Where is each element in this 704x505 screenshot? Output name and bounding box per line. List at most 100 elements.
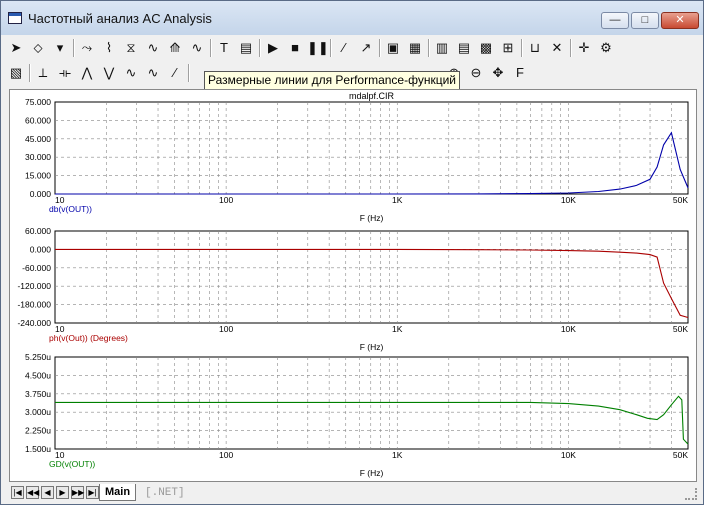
grid-tick-icon[interactable]: ⊞ — [498, 38, 518, 58]
y-axis-label: db(v(OUT)) — [49, 204, 92, 214]
cursor-valley-icon[interactable]: ⟛ — [55, 63, 75, 83]
toolbar-separator — [570, 39, 572, 57]
maximize-button[interactable]: □ — [631, 12, 659, 29]
y-tick-label: 2.250u — [25, 426, 51, 436]
line-icon[interactable]: ∕ — [334, 38, 354, 58]
minimize-button[interactable]: — — [601, 12, 629, 29]
y-tick-label: 5.250u — [25, 352, 51, 362]
properties-icon[interactable]: ▤ — [236, 38, 256, 58]
y-tick-label: 60.000 — [25, 226, 51, 236]
pan-icon[interactable]: ✥ — [488, 63, 508, 83]
y-tick-label: 1.500u — [25, 444, 51, 454]
scale-y-icon[interactable]: ⧖ — [121, 38, 141, 58]
tab-main[interactable]: Main — [99, 484, 137, 501]
series-line — [55, 248, 689, 319]
x-tick-label: 10K — [561, 195, 576, 205]
first-page-icon[interactable]: |◀ — [11, 486, 24, 499]
x-tick-label: 10K — [561, 324, 576, 334]
text-icon[interactable]: T — [214, 38, 234, 58]
x-tick-label: 50K — [673, 324, 688, 334]
arrow-line-icon[interactable]: ↗ — [356, 38, 376, 58]
last-page-icon[interactable]: ▶| — [86, 486, 99, 499]
tooltip: Размерные линии для Performance-функций — [204, 71, 460, 91]
dropdown-arrow-icon[interactable]: ▾ — [50, 38, 70, 58]
frame-icon[interactable]: ▣ — [383, 38, 403, 58]
grid-h-icon[interactable]: ▤ — [454, 38, 474, 58]
toolbar-separator — [259, 39, 261, 57]
y-tick-label: -180.000 — [17, 300, 51, 310]
x-tick-label: 100 — [219, 450, 233, 460]
y-axis-label: GD(v(OUT)) — [49, 459, 95, 469]
plot-title: mdalpf.CIR — [349, 91, 395, 101]
next-page-icon[interactable]: ▶ — [56, 486, 69, 499]
select-arrow-icon[interactable]: ➤ — [6, 38, 26, 58]
app-icon — [8, 12, 22, 24]
x-tick-label: 1K — [392, 195, 403, 205]
title-bar[interactable]: Частотный анализ AC Analysis — □ ✕ — [1, 1, 703, 35]
curve-zoom-icon[interactable]: ⟰ — [165, 38, 185, 58]
plot-area[interactable]: mdalpf.CIR 75.000 60.000 45.000 30.000 15.000… — [9, 89, 697, 482]
plot-frame — [54, 101, 689, 195]
y-tick-label: 75.000 — [25, 97, 51, 107]
scale-x-icon[interactable]: ⌇ — [99, 38, 119, 58]
zoom-out-icon[interactable]: ⊖ — [466, 63, 486, 83]
grid-minor-icon[interactable]: ▩ — [476, 38, 496, 58]
y-axis-label: ph(v(Out)) (Degrees) — [49, 333, 128, 343]
graph-scale-icon[interactable]: ⤳ — [77, 38, 97, 58]
x-tick-label: 100 — [219, 324, 233, 334]
valley-icon[interactable]: ⋁ — [99, 63, 119, 83]
x-tick-label: 100 — [219, 195, 233, 205]
run-icon[interactable]: ▶ — [263, 38, 283, 58]
tab-net[interactable]: [.NET] — [145, 487, 185, 499]
x-tick-label: 50K — [673, 450, 688, 460]
chart-icon[interactable]: ▧ — [6, 63, 26, 83]
cursor-peak-icon[interactable]: ⟂ — [33, 63, 53, 83]
toolbar-separator — [73, 39, 75, 57]
toolbar-separator — [428, 39, 430, 57]
y-tick-label: 15.000 — [25, 171, 51, 181]
grid-v-icon[interactable]: ▥ — [432, 38, 452, 58]
grid-icon[interactable]: ▦ — [405, 38, 425, 58]
axis-icon[interactable]: ⊔ — [525, 38, 545, 58]
peak-icon[interactable]: ⋀ — [77, 63, 97, 83]
window-title: Частотный анализ AC Analysis — [28, 11, 212, 26]
plots-svg: mdalpf.CIR 75.000 60.000 45.000 30.000 15.000… — [17, 91, 689, 478]
select-shapes-icon[interactable]: ⬦ — [28, 38, 48, 58]
x-tick-label: 50K — [673, 195, 688, 205]
plot-frame — [54, 230, 689, 324]
x-tick-label: 10K — [561, 450, 576, 460]
cursor-mode-icon[interactable]: ✛ — [574, 38, 594, 58]
series-line — [55, 395, 689, 445]
stop-icon[interactable]: ■ — [285, 38, 305, 58]
font-icon[interactable]: F — [510, 63, 530, 83]
y-tick-label: 3.750u — [25, 389, 51, 399]
data-points-icon[interactable]: ∿ — [143, 38, 163, 58]
slope-icon[interactable]: ⁄ — [165, 63, 185, 83]
y-tick-label: 4.500u — [25, 370, 51, 380]
y-tick-label: 0.000 — [30, 244, 52, 254]
y-tick-label: 30.000 — [25, 152, 51, 162]
x-axis-label: F (Hz) — [360, 213, 384, 223]
pause-icon[interactable]: ❚❚ — [307, 38, 329, 58]
settings-icon[interactable]: ⚙ — [596, 38, 616, 58]
y-tick-label: -120.000 — [17, 281, 51, 291]
high-icon[interactable]: ∿ — [121, 63, 141, 83]
close-button[interactable]: ✕ — [661, 12, 699, 29]
analysis-window: Частотный анализ AC Analysis — □ ✕ ➤ ⬦ ▾ ⤳ ⌇… — [0, 0, 704, 505]
prev-fast-icon[interactable]: ◀◀ — [26, 486, 39, 499]
toolbar-separator — [210, 39, 212, 57]
cross-icon[interactable]: ✕ — [547, 38, 567, 58]
prev-page-icon[interactable]: ◀ — [41, 486, 54, 499]
fourier-icon[interactable]: ∿ — [187, 38, 207, 58]
series-line — [55, 131, 689, 195]
x-tick-label: 1K — [392, 450, 403, 460]
resize-grip[interactable] — [685, 488, 697, 500]
toolbar-separator — [188, 64, 190, 82]
y-tick-label: 60.000 — [25, 115, 51, 125]
y-tick-label: 45.000 — [25, 134, 51, 144]
x-tick-label: 1K — [392, 324, 403, 334]
next-fast-icon[interactable]: ▶▶ — [71, 486, 84, 499]
x-axis-label: F (Hz) — [360, 342, 384, 352]
low-icon[interactable]: ∿ — [143, 63, 163, 83]
y-tick-label: 0.000 — [30, 189, 52, 199]
